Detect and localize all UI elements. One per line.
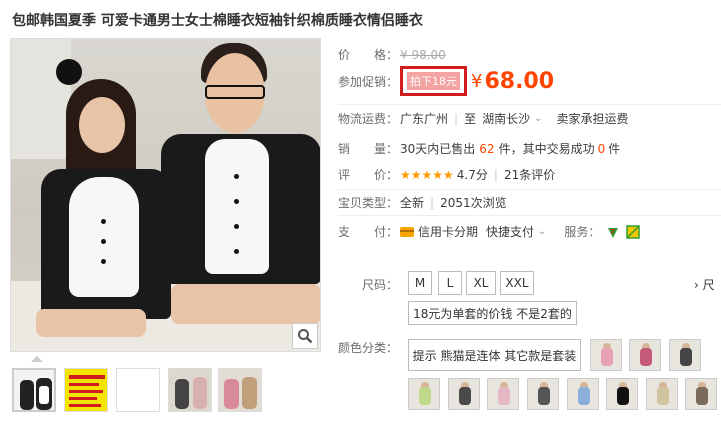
- size-label: 尺码：: [362, 278, 399, 292]
- color-option-text[interactable]: 提示 熊猫是连体 其它款是套装: [408, 339, 581, 371]
- thumbnail-3[interactable]: [116, 368, 160, 412]
- sales-count: 62: [479, 141, 495, 156]
- type-row: 宝贝类型： 全新 | 2051次浏览: [338, 194, 507, 211]
- payment-method-installment[interactable]: 信用卡分期: [418, 223, 478, 240]
- service-label: 服务：: [564, 225, 601, 239]
- thumbnail-5[interactable]: [218, 368, 262, 412]
- model-man: [161, 39, 320, 349]
- color-swatch[interactable]: [567, 378, 599, 410]
- model-woman: [31, 59, 171, 349]
- promo-currency: ¥: [471, 70, 483, 92]
- original-price: ¥ 98.00: [400, 47, 446, 62]
- sales-row: 销 量： 30天内已售出 62 件，其中交易成功 0 件: [338, 140, 620, 157]
- size-option-xxl[interactable]: XXL: [500, 271, 534, 295]
- sales-success-count: 0: [597, 141, 606, 156]
- divider: [338, 104, 721, 105]
- shipping-fee: 卖家承担运费: [556, 112, 629, 126]
- promo-tag[interactable]: 拍下18元: [407, 72, 460, 90]
- divider: [338, 215, 721, 216]
- shipping-to-prefix: 至: [464, 112, 477, 126]
- reviews-link[interactable]: 21条评价: [504, 166, 555, 183]
- promo-price: 68.00: [484, 68, 555, 94]
- size-option-m[interactable]: M: [408, 271, 432, 295]
- separator: |: [493, 167, 498, 182]
- color-swatch[interactable]: [408, 378, 440, 410]
- payment-label: 支 付：: [338, 225, 399, 239]
- sales-suffix: 件: [608, 142, 621, 156]
- color-swatch[interactable]: [669, 339, 701, 371]
- shipping-destination[interactable]: 湖南长沙: [482, 110, 530, 127]
- shipping-from: 广东广州: [400, 112, 449, 126]
- price-label: 价 格：: [338, 48, 399, 62]
- chevron-down-icon[interactable]: ⌄: [534, 113, 542, 124]
- thumbnail-1[interactable]: [12, 368, 56, 412]
- chevron-right-icon: ›: [694, 278, 699, 292]
- color-swatch[interactable]: [448, 378, 480, 410]
- thumbnail-2[interactable]: [64, 368, 108, 412]
- separator: |: [430, 195, 435, 210]
- thumbnail-pointer: [31, 356, 43, 362]
- separator: |: [454, 111, 459, 126]
- item-condition: 全新: [400, 196, 425, 210]
- magnifier-icon: [298, 329, 313, 344]
- rating-row: 评 价： ★★★★★ 4.7分 | 21条评价: [338, 166, 555, 183]
- thumbnail-4[interactable]: [168, 368, 212, 412]
- color-swatch[interactable]: [590, 339, 622, 371]
- size-chart-link[interactable]: › 尺: [694, 276, 715, 293]
- star-rating: ★★★★★: [400, 167, 454, 182]
- credit-card-service-icon[interactable]: [626, 224, 641, 239]
- shipping-label: 物流运费：: [338, 112, 399, 126]
- rating-label: 评 价：: [338, 168, 399, 182]
- color-label: 颜色分类：: [338, 341, 399, 355]
- svg-text:7: 7: [610, 228, 615, 236]
- product-title: 包邮韩国夏季 可爱卡通男士女士棉睡衣短袖针织棉质睡衣情侣睡衣: [12, 13, 423, 29]
- payment-method-express[interactable]: 快捷支付: [486, 223, 534, 240]
- size-option-xl[interactable]: XL: [466, 271, 496, 295]
- promo-highlight-box: 拍下18元: [400, 66, 467, 96]
- color-swatch[interactable]: [646, 378, 678, 410]
- color-swatch[interactable]: [527, 378, 559, 410]
- promo-label: 参加促销：: [338, 74, 399, 89]
- rating-score: 4.7分: [456, 168, 488, 182]
- zoom-button[interactable]: [292, 323, 318, 349]
- color-swatch[interactable]: [606, 378, 638, 410]
- payment-row: 支 付： 信用卡分期 快捷支付 ⌄ 服务： 7: [338, 223, 641, 240]
- sales-label: 销 量：: [338, 142, 399, 156]
- promo-row: 参加促销： 拍下18元 ¥ 68.00: [338, 66, 554, 96]
- size-chart-label: 尺: [702, 278, 715, 292]
- type-label: 宝贝类型：: [338, 196, 399, 210]
- color-swatch[interactable]: [629, 339, 661, 371]
- price-note-option[interactable]: 18元为单套的价钱 不是2套的: [408, 301, 577, 325]
- size-option-l[interactable]: L: [438, 271, 462, 295]
- delivery-guarantee-icon[interactable]: 7: [606, 225, 620, 239]
- view-count: 2051次浏览: [440, 196, 507, 210]
- main-product-image[interactable]: [10, 38, 321, 352]
- sales-mid: 件，其中交易成功: [498, 142, 595, 156]
- credit-card-icon: [400, 226, 414, 237]
- price-row: 价 格： ¥ 98.00: [338, 46, 446, 63]
- color-swatch[interactable]: [487, 378, 519, 410]
- sales-prefix: 30天内已售出: [400, 142, 476, 156]
- shipping-row: 物流运费： 广东广州 | 至 湖南长沙 ⌄ 卖家承担运费: [338, 110, 629, 127]
- divider: [338, 189, 721, 190]
- color-swatch[interactable]: [685, 378, 717, 410]
- chevron-down-icon[interactable]: ⌄: [538, 226, 546, 237]
